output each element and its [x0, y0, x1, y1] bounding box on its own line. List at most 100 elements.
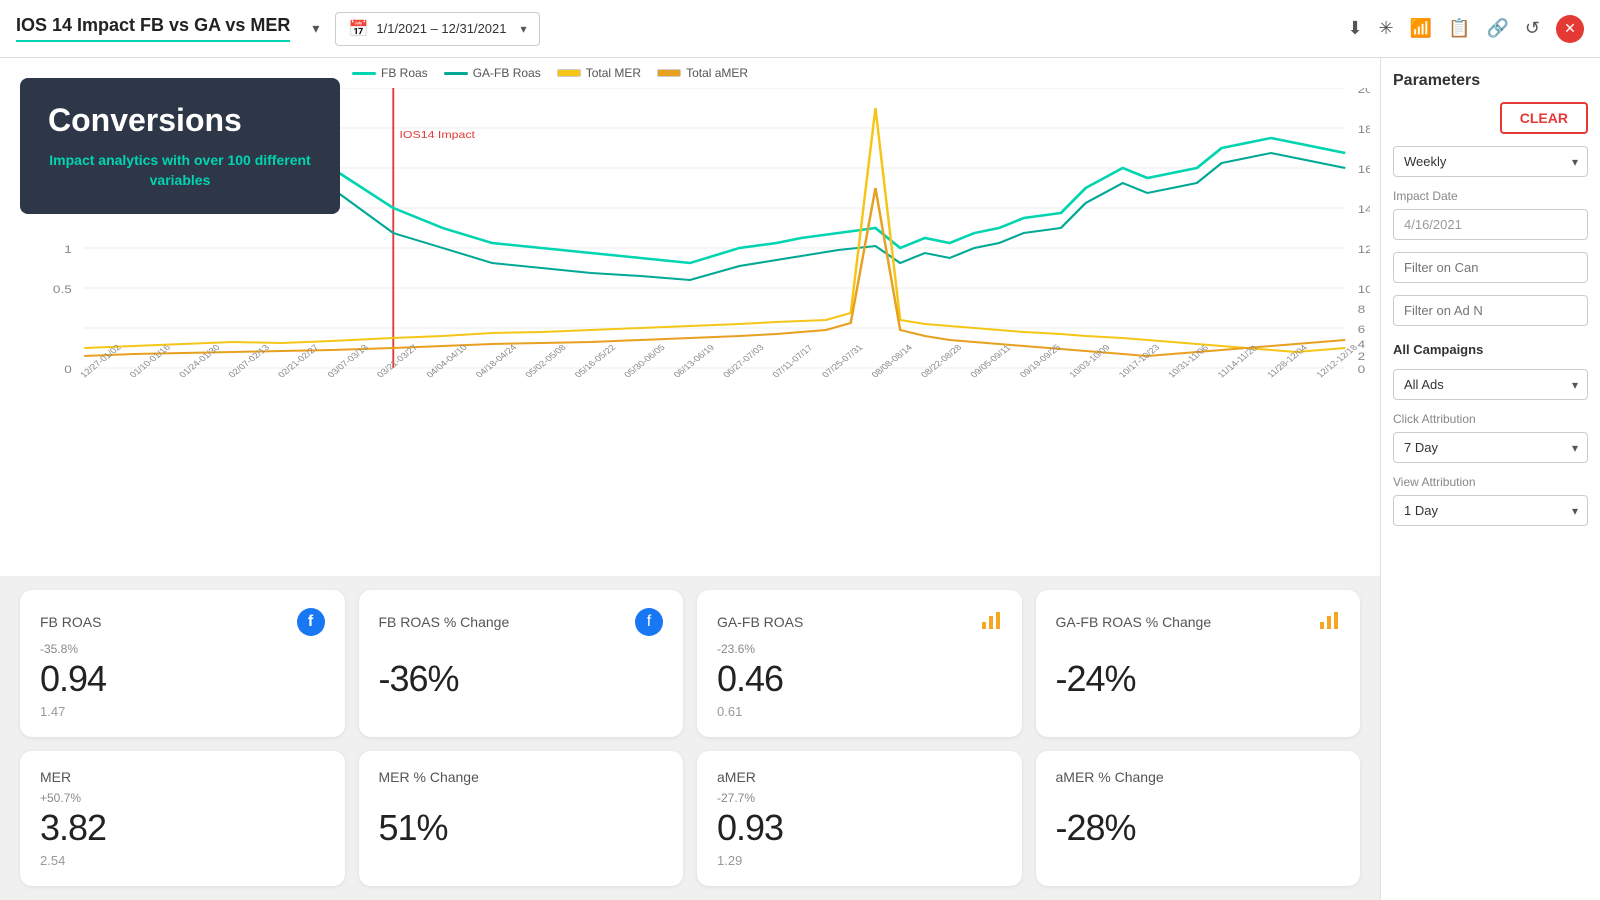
- metric-mer-pct-title: MER % Change: [379, 769, 479, 785]
- impact-date-input[interactable]: [1393, 209, 1588, 240]
- title-dropdown-icon[interactable]: ▾: [312, 20, 319, 37]
- metric-fb-roas: FB ROAS f -35.8% 0.94 1.47: [20, 590, 345, 737]
- all-ads-select-wrapper: All Ads: [1393, 369, 1588, 400]
- date-range-picker[interactable]: 📅 1/1/2021 – 12/31/2021 ▾: [335, 12, 539, 46]
- metric-fb-roas-change: -35.8%: [40, 642, 78, 656]
- svg-text:03/07-03/13: 03/07-03/13: [325, 343, 370, 379]
- metric-mer-pct-value: 51%: [379, 807, 448, 849]
- svg-text:6: 6: [1358, 323, 1366, 335]
- metric-fb-roas-pct-prev: [379, 704, 383, 719]
- legend-total-amer: Total aMER: [657, 66, 748, 80]
- dashboard-title: IOS 14 Impact FB vs GA vs MER: [16, 15, 290, 42]
- chart-area: Conversions Impact analytics with over 1…: [0, 58, 1380, 576]
- metric-ga-fb-roas-pct-title: GA-FB ROAS % Change: [1056, 614, 1212, 630]
- metric-amer: aMER -27.7% 0.93 1.29: [697, 751, 1022, 886]
- legend-ga-fb-roas: GA-FB Roas: [444, 66, 541, 80]
- copy-icon[interactable]: 📋: [1448, 18, 1470, 39]
- filter-campaign-input[interactable]: [1393, 252, 1588, 283]
- svg-text:07/25-07/31: 07/25-07/31: [820, 343, 865, 379]
- metric-amer-pct-value: -28%: [1056, 807, 1136, 849]
- svg-text:16: 16: [1358, 163, 1370, 175]
- metric-amer-change: -27.7%: [717, 791, 755, 805]
- fb-icon: f: [297, 608, 325, 636]
- calendar-icon: 📅: [348, 19, 368, 39]
- parameters-title: Parameters: [1393, 72, 1588, 90]
- svg-text:01/24-01/30: 01/24-01/30: [177, 343, 222, 379]
- svg-text:10/03-10/09: 10/03-10/09: [1067, 343, 1112, 379]
- impact-date-label: Impact Date: [1393, 189, 1588, 203]
- main-content: Conversions Impact analytics with over 1…: [0, 58, 1600, 900]
- svg-text:20: 20: [1358, 88, 1370, 96]
- svg-text:1: 1: [64, 243, 72, 255]
- clear-button[interactable]: CLEAR: [1500, 102, 1588, 134]
- svg-text:06/27-07/03: 06/27-07/03: [721, 343, 766, 379]
- legend-total-mer-label: Total MER: [586, 66, 641, 80]
- svg-text:04/04-04/10: 04/04-04/10: [424, 343, 469, 379]
- metric-mer-title: MER: [40, 769, 71, 785]
- all-ads-select[interactable]: All Ads: [1393, 369, 1588, 400]
- svg-text:09/05-09/11: 09/05-09/11: [968, 343, 1013, 379]
- svg-text:02/07-02/13: 02/07-02/13: [226, 343, 271, 379]
- metric-ga-fb-roas-header: GA-FB ROAS: [717, 608, 1002, 636]
- legend-total-mer: Total MER: [557, 66, 641, 80]
- ga-bar-icon: [980, 608, 1002, 636]
- metric-mer: MER +50.7% 3.82 2.54: [20, 751, 345, 886]
- legend-fb-roas-line: [352, 72, 376, 75]
- svg-text:18: 18: [1358, 123, 1370, 135]
- download-icon[interactable]: ⬇: [1347, 18, 1362, 39]
- metric-amer-pct-prev: [1056, 853, 1060, 868]
- metric-amer-prev: 1.29: [717, 853, 742, 868]
- content-area: Conversions Impact analytics with over 1…: [0, 58, 1380, 900]
- svg-text:04/18-04/24: 04/18-04/24: [474, 343, 519, 379]
- svg-text:10/17-10/23: 10/17-10/23: [1117, 343, 1162, 379]
- metric-ga-fb-roas-pct-value: -24%: [1056, 658, 1136, 700]
- svg-text:12: 12: [1358, 243, 1370, 255]
- metric-ga-fb-roas-value: 0.46: [717, 658, 783, 700]
- svg-text:8: 8: [1358, 303, 1366, 315]
- metric-ga-fb-roas-pct-header: GA-FB ROAS % Change: [1056, 608, 1341, 636]
- view-attribution-select-wrapper: 1 Day 7 Day: [1393, 495, 1588, 526]
- link-icon[interactable]: 🔗: [1486, 18, 1508, 39]
- svg-text:0: 0: [1358, 363, 1366, 375]
- click-attribution-label: Click Attribution: [1393, 412, 1588, 426]
- refresh-icon[interactable]: ↺: [1525, 18, 1540, 39]
- metric-ga-fb-roas-title: GA-FB ROAS: [717, 614, 803, 630]
- svg-text:10: 10: [1358, 283, 1370, 295]
- metric-fb-roas-prev: 1.47: [40, 704, 65, 719]
- metric-ga-fb-roas-pct-change: [1056, 642, 1059, 656]
- click-attribution-select-wrapper: 7 Day 1 Day 28 Day: [1393, 432, 1588, 463]
- filter-ad-input[interactable]: [1393, 295, 1588, 326]
- svg-text:IOS14 Impact: IOS14 Impact: [399, 130, 475, 141]
- conversions-overlay: Conversions Impact analytics with over 1…: [20, 78, 340, 214]
- svg-text:0.5: 0.5: [53, 283, 72, 295]
- metric-fb-roas-pct: FB ROAS % Change f -36%: [359, 590, 684, 737]
- view-attribution-select[interactable]: 1 Day 7 Day: [1393, 495, 1588, 526]
- metric-fb-roas-header: FB ROAS f: [40, 608, 325, 636]
- svg-text:02/21-02/27: 02/21-02/27: [276, 343, 321, 379]
- legend-ga-fb-roas-line: [444, 72, 468, 75]
- metric-amer-pct: aMER % Change -28%: [1036, 751, 1361, 886]
- bar-chart-icon[interactable]: 📶: [1410, 18, 1432, 39]
- metric-amer-title: aMER: [717, 769, 756, 785]
- frequency-select[interactable]: Weekly Daily Monthly: [1393, 146, 1588, 177]
- frequency-select-wrapper: Weekly Daily Monthly: [1393, 146, 1588, 177]
- view-attribution-label: View Attribution: [1393, 475, 1588, 489]
- brightness-icon[interactable]: ✳: [1379, 18, 1394, 39]
- legend-total-mer-line: [557, 69, 581, 77]
- metric-mer-prev: 2.54: [40, 853, 65, 868]
- close-icon[interactable]: ✕: [1556, 15, 1584, 43]
- svg-text:08/22-08/28: 08/22-08/28: [919, 343, 964, 379]
- metric-mer-pct: MER % Change 51%: [359, 751, 684, 886]
- fb-icon2: f: [635, 608, 663, 636]
- svg-text:01/10-01/16: 01/10-01/16: [127, 343, 172, 379]
- metric-amer-header: aMER: [717, 769, 1002, 785]
- metric-mer-pct-change: [379, 791, 382, 805]
- svg-text:05/02-05/08: 05/02-05/08: [523, 343, 568, 379]
- svg-text:2: 2: [1358, 350, 1366, 362]
- conversions-subtitle: Impact analytics with over 100 different…: [48, 151, 312, 190]
- svg-text:11/28-12/04: 11/28-12/04: [1265, 343, 1310, 379]
- metric-amer-pct-header: aMER % Change: [1056, 769, 1341, 785]
- metric-ga-fb-roas-change: -23.6%: [717, 642, 755, 656]
- conversions-title: Conversions: [48, 102, 312, 139]
- click-attribution-select[interactable]: 7 Day 1 Day 28 Day: [1393, 432, 1588, 463]
